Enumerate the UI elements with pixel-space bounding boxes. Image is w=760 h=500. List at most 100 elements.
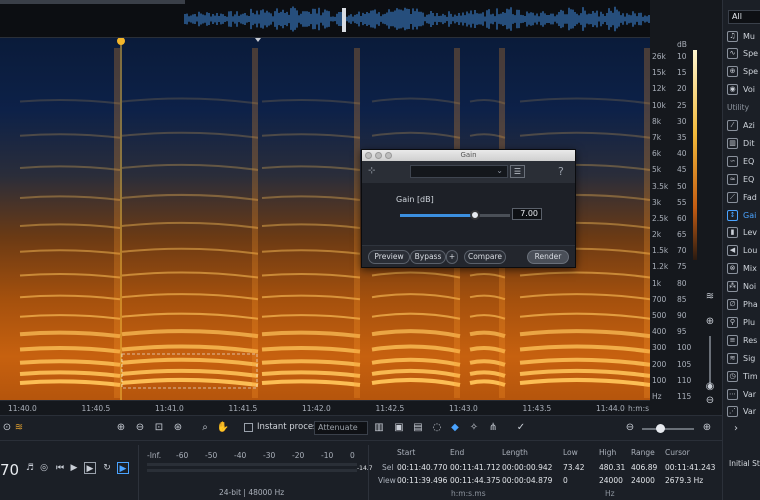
horizontal-zoom-slider[interactable] (642, 424, 694, 433)
horizontal-zoom-in-icon[interactable]: ⊕ (700, 421, 714, 435)
gain-slider[interactable] (400, 210, 510, 220)
close-window-icon[interactable] (365, 152, 372, 159)
module-list-item[interactable]: ∽ EQ (727, 153, 760, 169)
module-list-item[interactable]: ⟋ Fad (727, 189, 760, 205)
sel-start-value[interactable]: 00:11:40.770 (397, 463, 447, 472)
module-list-item[interactable]: ◷ Tim (727, 368, 760, 384)
zoom-fit-icon[interactable]: ⊛ (171, 421, 185, 435)
module-list-item[interactable]: ∅ Pha (727, 297, 760, 313)
view-start-value[interactable]: 00:11:39.496 (397, 476, 447, 485)
module-list-item[interactable]: ⁄ Azi (727, 118, 760, 134)
chevron-right-icon[interactable]: › (729, 422, 743, 436)
vertical-zoom-knob-icon[interactable]: ◉ (703, 380, 717, 394)
module-list-item[interactable]: ↕ Gai (727, 207, 760, 223)
waveform-toggle-icon[interactable]: ≋ (703, 290, 717, 304)
view-high-value[interactable]: 24000 (599, 476, 623, 485)
play-icon[interactable]: ▶ (68, 462, 80, 474)
module-list-item[interactable]: ≋ Sig (727, 350, 760, 366)
find-similar-icon[interactable]: ✓ (514, 421, 528, 435)
skip-back-icon[interactable]: ⏮ (54, 462, 66, 474)
time-tick-label: 11:40.0 (8, 404, 37, 413)
play-selection-icon[interactable]: ▶ (84, 462, 96, 474)
preset-select[interactable]: ⌄ (410, 165, 508, 178)
view-range-value[interactable]: 24000 (631, 476, 655, 485)
module-list-item[interactable]: ⁂ Noi (727, 279, 760, 295)
waveform-mode-icon[interactable]: ≋ (12, 421, 26, 435)
vertical-zoom-slider[interactable] (709, 336, 711, 386)
sel-low-value[interactable]: 73.42 (563, 463, 584, 472)
hand-tool-icon[interactable]: ✋ (216, 421, 230, 435)
follow-playhead-icon[interactable]: ▶ (117, 462, 129, 474)
view-end-value[interactable]: 00:11:44.375 (450, 476, 500, 485)
time-selection-icon[interactable]: ▥ (372, 421, 386, 435)
sel-length-value[interactable]: 00:00:00.942 (502, 463, 552, 472)
freq-selection-icon[interactable]: ▤ (411, 421, 425, 435)
horizontal-zoom-knob[interactable] (656, 424, 665, 433)
module-list-item[interactable]: ◉ Voi (727, 82, 760, 98)
db-tick-label: 50 (677, 181, 687, 191)
preview-button[interactable]: Preview (368, 250, 410, 264)
magnify-icon[interactable]: ⌕ (198, 421, 212, 435)
preset-menu-button[interactable]: ☰ (510, 165, 525, 178)
module-list-item[interactable]: ∿ Spe (727, 46, 760, 62)
rect-selection-icon[interactable]: ▣ (392, 421, 406, 435)
gain-value-input[interactable]: 7.00 (512, 208, 542, 220)
module-list-item[interactable]: ⊕ Spe (727, 64, 760, 80)
module-list-item[interactable]: ◀ Lou (727, 243, 760, 259)
module-filter-select[interactable]: All (728, 10, 760, 24)
zoom-out-icon[interactable]: ⊖ (703, 394, 717, 408)
zoom-window-icon[interactable] (385, 152, 392, 159)
add-compare-button[interactable]: + (446, 250, 458, 264)
db-tick-label: 70 (677, 246, 687, 256)
compare-button[interactable]: Compare (464, 250, 506, 264)
dialog-title-bar[interactable]: Gain (362, 150, 575, 161)
zoom-selection-icon[interactable]: ⊡ (152, 421, 166, 435)
magic-wand-icon[interactable]: ✧ (467, 421, 481, 435)
zoom-in-icon[interactable]: ⊕ (114, 421, 128, 435)
bypass-button[interactable]: Bypass (410, 250, 446, 264)
loop-icon[interactable]: ↻ (101, 462, 113, 474)
module-list-item[interactable]: ⋯ Var (727, 386, 760, 402)
instant-process-checkbox[interactable] (244, 423, 253, 432)
record-icon[interactable]: ◎ (38, 462, 50, 474)
freq-tick-label: 10k (652, 100, 666, 110)
sel-high-value[interactable]: 480.31 (599, 463, 625, 472)
meter-right-channel (147, 469, 357, 472)
module-icon: ⟋ (727, 191, 738, 203)
sel-range-value[interactable]: 406.89 (631, 463, 657, 472)
module-list-item[interactable]: ≈ EQ (727, 171, 760, 187)
module-list-item[interactable]: ⋰ Var (727, 404, 760, 420)
meter-tick-label: -10 (321, 451, 334, 460)
colormap-bar (693, 50, 697, 260)
module-list-item[interactable]: ▮ Lev (727, 225, 760, 241)
module-list-item[interactable]: ⚲ Plu (727, 314, 760, 330)
pin-icon[interactable]: ⊹ (368, 166, 376, 176)
overview-scroll-strip[interactable] (0, 0, 185, 4)
minimize-window-icon[interactable] (375, 152, 382, 159)
harmonic-select-icon[interactable]: ⋔ (486, 421, 500, 435)
lasso-icon[interactable]: ◌ (430, 421, 444, 435)
module-label: Sig (743, 353, 756, 363)
horizontal-zoom-out-icon[interactable]: ⊖ (623, 421, 637, 435)
render-button[interactable]: Render (527, 250, 569, 264)
waveform-overview[interactable] (0, 0, 650, 38)
module-list-item[interactable]: ≡ Res (727, 332, 760, 348)
attenuate-select[interactable]: Attenuate (314, 421, 368, 435)
view-low-value[interactable]: 0 (563, 476, 568, 485)
module-list-item[interactable]: ♫ Mu (727, 28, 760, 44)
cursor-header: Cursor (665, 448, 690, 457)
module-list-item[interactable]: ⊗ Mix (727, 261, 760, 277)
module-icon: ↕ (727, 209, 738, 221)
module-list-item[interactable]: ▥ Dit (727, 135, 760, 151)
module-label: Noi (743, 282, 757, 292)
zoom-out-icon[interactable]: ⊖ (133, 421, 147, 435)
zoom-in-icon[interactable]: ⊕ (703, 315, 717, 329)
module-label: Utility (727, 103, 750, 113)
gain-slider-knob[interactable] (469, 210, 480, 220)
view-length-value[interactable]: 00:00:04.879 (502, 476, 552, 485)
headphones-icon[interactable]: ♬ (24, 462, 36, 474)
brush-icon[interactable]: ◆ (448, 421, 462, 435)
sel-end-value[interactable]: 00:11:41.712 (450, 463, 500, 472)
help-button[interactable]: ? (558, 165, 564, 178)
history-item-initial-state[interactable]: Initial Sta (729, 459, 760, 468)
